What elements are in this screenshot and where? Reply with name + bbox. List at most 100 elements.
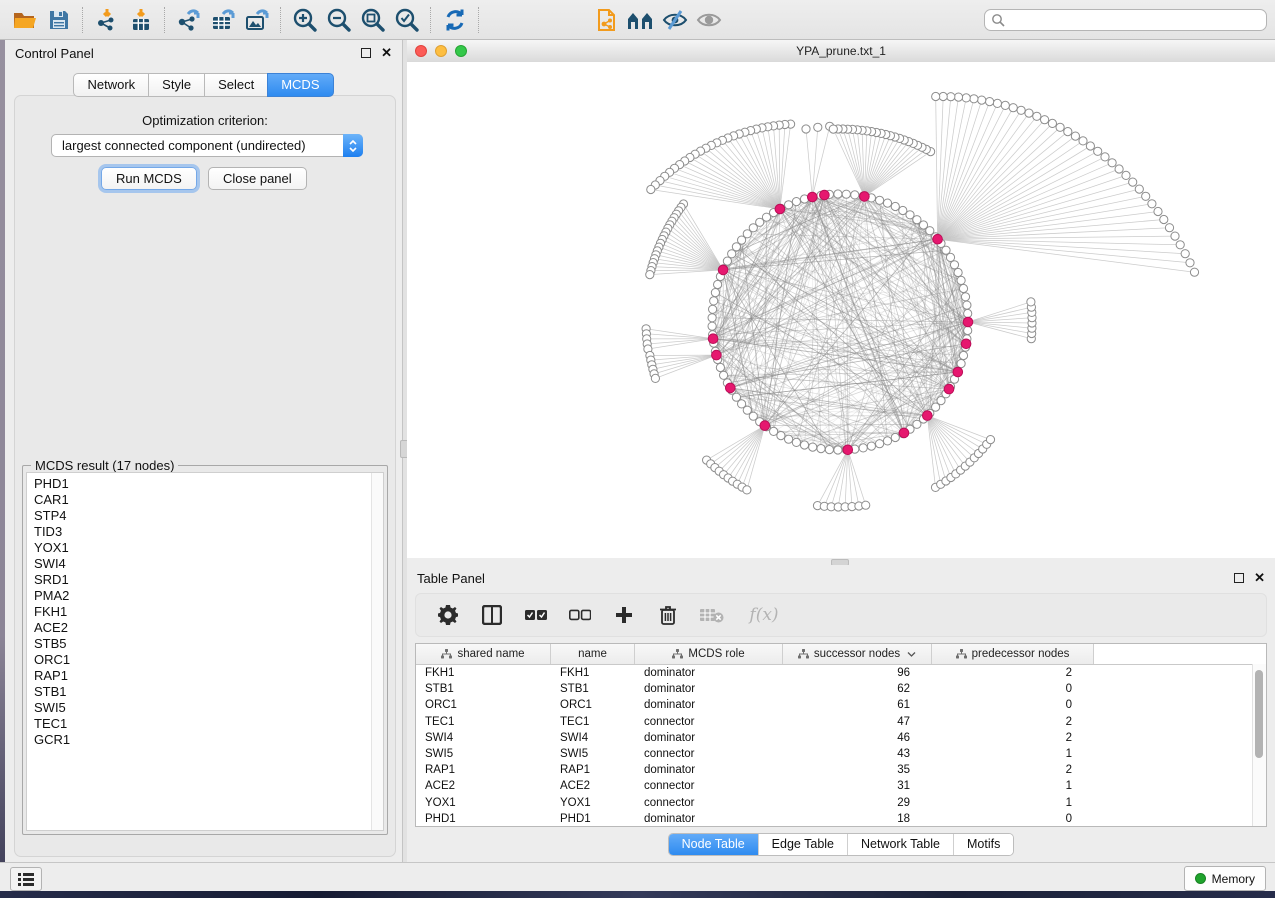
table-row-FKH1[interactable]: FKH1FKH1dominator962 [416, 665, 1266, 681]
cell-succ: 96 [783, 667, 932, 679]
refresh-view-button[interactable] [438, 4, 472, 36]
run-mcds-button[interactable]: Run MCDS [101, 167, 197, 190]
mcds-result-item[interactable]: TID3 [34, 524, 383, 540]
cell-shared: RAP1 [416, 764, 551, 776]
import-network-button[interactable] [90, 4, 124, 36]
column-header-MCDS-role[interactable]: MCDS role [635, 644, 783, 664]
show-column-button[interactable] [480, 603, 504, 627]
tab-motifs[interactable]: Motifs [953, 834, 1013, 855]
cell-role: dominator [635, 699, 783, 711]
table-row-RAP1[interactable]: RAP1RAP1dominator352 [416, 762, 1266, 778]
show-all-button[interactable] [692, 4, 726, 36]
task-history-button[interactable] [10, 867, 42, 891]
search-icon [991, 13, 1005, 27]
mcds-result-item[interactable]: STB5 [34, 636, 383, 652]
mcds-result-item[interactable]: SRD1 [34, 572, 383, 588]
control-panel: Control Panel ✕ NetworkStyleSelectMCDS O… [5, 40, 403, 862]
table-row-ORC1[interactable]: ORC1ORC1dominator610 [416, 697, 1266, 713]
mcds-result-item[interactable]: RAP1 [34, 668, 383, 684]
table-row-ACE2[interactable]: ACE2ACE2connector311 [416, 778, 1266, 794]
column-header-name[interactable]: name [551, 644, 635, 664]
create-column-button[interactable] [612, 603, 636, 627]
mcds-result-item[interactable]: SWI5 [34, 700, 383, 716]
column-header-predecessor-nodes[interactable]: predecessor nodes [932, 644, 1094, 664]
first-neighbors-button[interactable] [624, 4, 658, 36]
import-table-button[interactable] [124, 4, 158, 36]
table-row-STB1[interactable]: STB1STB1dominator620 [416, 681, 1266, 697]
network-canvas[interactable] [407, 62, 1275, 558]
mcds-result-item[interactable]: PMA2 [34, 588, 383, 604]
export-image-button[interactable] [240, 4, 274, 36]
mcds-result-item[interactable]: YOX1 [34, 540, 383, 556]
table-row-TEC1[interactable]: TEC1TEC1connector472 [416, 714, 1266, 730]
zoom-fit-button[interactable] [356, 4, 390, 36]
hide-selected-button[interactable] [658, 4, 692, 36]
mcds-result-list[interactable]: PHD1CAR1STP4TID3YOX1SWI4SRD1PMA2FKH1ACE2… [26, 472, 384, 831]
delete-column-button[interactable] [656, 603, 680, 627]
column-header-shared-name[interactable]: shared name [416, 644, 551, 664]
select-all-columns-button[interactable] [524, 603, 548, 627]
column-header-successor-nodes[interactable]: successor nodes [783, 644, 932, 664]
table-scrollbar-thumb[interactable] [1255, 670, 1263, 758]
memory-label: Memory [1212, 872, 1255, 886]
mcds-tab-content: Optimization criterion: largest connecte… [14, 95, 396, 857]
node-table[interactable]: shared namenameMCDS rolesuccessor nodesp… [415, 643, 1267, 827]
network-window-titlebar[interactable]: YPA_prune.txt_1 [407, 40, 1275, 63]
new-network-from-selection-button[interactable] [590, 4, 624, 36]
mcds-list-scrollbar[interactable] [371, 473, 383, 830]
mcds-result-item[interactable]: STP4 [34, 508, 383, 524]
mcds-result-item[interactable]: SWI4 [34, 556, 383, 572]
float-window-icon[interactable] [361, 48, 371, 58]
tab-network[interactable]: Network [73, 73, 149, 97]
tab-node-table[interactable]: Node Table [669, 834, 758, 855]
cell-succ: 47 [783, 716, 932, 728]
network-view-window: YPA_prune.txt_1 [407, 40, 1275, 558]
save-session-button[interactable] [42, 4, 76, 36]
open-file-button[interactable] [8, 4, 42, 36]
table-row-YOX1[interactable]: YOX1YOX1connector291 [416, 795, 1266, 811]
cell-shared: STB1 [416, 683, 551, 695]
zoom-in-button[interactable] [288, 4, 322, 36]
criterion-dropdown[interactable]: largest connected component (undirected) [51, 134, 363, 157]
export-table-button[interactable] [206, 4, 240, 36]
mcds-result-item[interactable]: ACE2 [34, 620, 383, 636]
cell-succ: 35 [783, 764, 932, 776]
cell-succ: 29 [783, 797, 932, 809]
table-settings-button[interactable] [436, 603, 460, 627]
search-box[interactable] [984, 9, 1267, 31]
mcds-result-item[interactable]: GCR1 [34, 732, 383, 748]
toolbar-separator [430, 7, 432, 33]
tab-network-table[interactable]: Network Table [847, 834, 953, 855]
tab-select[interactable]: Select [204, 73, 268, 97]
horizontal-splitter[interactable] [407, 558, 1275, 565]
close-panel-icon[interactable]: ✕ [1254, 573, 1265, 583]
table-row-SWI5[interactable]: SWI5SWI5connector431 [416, 746, 1266, 762]
mcds-result-item[interactable]: CAR1 [34, 492, 383, 508]
close-panel-button[interactable]: Close panel [208, 167, 307, 190]
deselect-all-columns-button[interactable] [568, 603, 592, 627]
search-input[interactable] [1009, 12, 1260, 28]
tab-style[interactable]: Style [148, 73, 205, 97]
control-panel-header: Control Panel ✕ [5, 40, 402, 66]
export-table-icon [209, 8, 237, 32]
zoom-selected-button[interactable] [390, 4, 424, 36]
zoom-out-button[interactable] [322, 4, 356, 36]
table-row-PHD1[interactable]: PHD1PHD1dominator180 [416, 811, 1266, 827]
zoom-selected-icon [394, 7, 420, 33]
memory-button[interactable]: Memory [1184, 866, 1266, 891]
tab-edge-table[interactable]: Edge Table [758, 834, 847, 855]
float-window-icon[interactable] [1234, 573, 1244, 583]
mcds-result-item[interactable]: TEC1 [34, 716, 383, 732]
mcds-result-item[interactable]: PHD1 [34, 476, 383, 492]
tab-mcds[interactable]: MCDS [267, 73, 333, 97]
table-scrollbar[interactable] [1252, 664, 1266, 826]
mcds-result-item[interactable]: ORC1 [34, 652, 383, 668]
export-network-button[interactable] [172, 4, 206, 36]
mcds-result-item[interactable]: STB1 [34, 684, 383, 700]
close-panel-icon[interactable]: ✕ [381, 48, 392, 58]
import-table-icon [128, 8, 154, 32]
mcds-result-item[interactable]: FKH1 [34, 604, 383, 620]
cell-role: dominator [635, 732, 783, 744]
zoom-fit-icon [360, 7, 386, 33]
table-row-SWI4[interactable]: SWI4SWI4dominator462 [416, 730, 1266, 746]
